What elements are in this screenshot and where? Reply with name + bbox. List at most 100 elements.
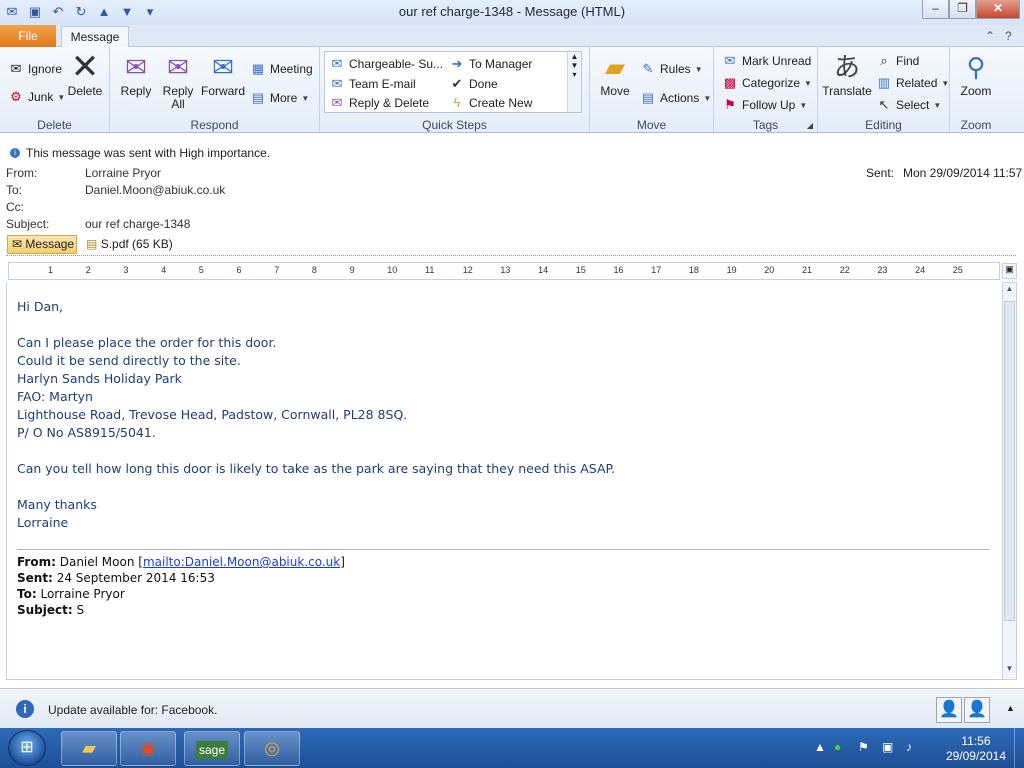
actions-button[interactable]: ▤ Actions ▼	[640, 90, 711, 106]
chrome-taskbar-button[interactable]: ◉	[120, 731, 176, 766]
flag-icon[interactable]: ⚑	[858, 740, 869, 754]
body-line: Hi Dan,	[17, 299, 64, 314]
follow-up-button[interactable]: ⚑ Follow Up ▼	[722, 97, 807, 113]
start-button[interactable]: ⊞	[8, 730, 46, 766]
junk-button[interactable]: ⚙ Junk ▼	[8, 89, 65, 105]
select-button[interactable]: ↖ Select ▼	[876, 97, 942, 113]
tab-message[interactable]: Message	[61, 26, 129, 48]
sage-taskbar-button[interactable]: sage	[184, 731, 240, 766]
network-icon[interactable]: ▣	[882, 740, 893, 754]
body-line: Lorraine	[17, 515, 69, 530]
window-controls: – ❐ ✕	[922, 0, 1020, 19]
status-dot-icon[interactable]: ●	[834, 740, 841, 754]
ruler-toggle-icon[interactable]: ▣	[1002, 263, 1017, 279]
mailto-link[interactable]: mailto:Daniel.Moon@abiuk.co.uk	[143, 555, 340, 569]
update-notice[interactable]: Update available for: Facebook.	[48, 703, 217, 717]
team-email-icon: ✉	[331, 76, 343, 91]
scroll-down-arrow-icon[interactable]: ▼	[1003, 664, 1016, 678]
chevron-down-icon: ▼	[804, 78, 812, 88]
chevron-down-icon: ▼	[694, 64, 703, 74]
respond-group: ✉ Reply ✉ Reply All ✉ Forward ▦ Meeting …	[110, 47, 320, 133]
clock[interactable]: 11:56 29/09/2014	[946, 734, 1006, 764]
delete-x-icon: ✕	[70, 48, 100, 86]
binoculars-icon: ⌕	[880, 53, 888, 68]
maximize-button[interactable]: ❐	[949, 0, 976, 19]
lightning-icon: ϟ	[453, 95, 461, 110]
expand-pane-icon[interactable]: ▲	[1006, 703, 1015, 713]
related-icon: ▥	[877, 75, 891, 90]
minimize-button[interactable]: –	[922, 0, 949, 19]
editing-group: あ Translate ⌕ Find ▥ Related ▼ ↖ Select …	[818, 47, 950, 133]
from-value[interactable]: Lorraine Pryor	[85, 166, 161, 180]
body-line: FAO: Martyn	[17, 389, 93, 404]
attachment-row: ✉ Message ▤ S.pdf (65 KB)	[0, 233, 1024, 255]
reply-all-icon: ✉	[167, 52, 189, 82]
reply-button[interactable]: ✉ Reply	[116, 51, 156, 98]
forward-button[interactable]: ✉ Forward	[200, 51, 246, 98]
help-icon[interactable]: ?	[1005, 29, 1012, 43]
reply-all-button[interactable]: ✉ Reply All	[158, 51, 198, 111]
quick-step-chargeable[interactable]: ✉ Chargeable- Su...	[329, 56, 444, 72]
outlook-taskbar-button[interactable]: ◎	[244, 731, 300, 766]
translate-button[interactable]: あ Translate	[822, 51, 872, 98]
chevron-down-icon: ▼	[57, 92, 66, 102]
more-button[interactable]: ▤ More ▼	[250, 90, 309, 106]
dialog-launcher-icon[interactable]: ◢	[807, 121, 813, 130]
volume-icon[interactable]: ♪	[906, 740, 912, 754]
quick-step-team-email[interactable]: ✉ Team E-mail	[329, 76, 416, 92]
move-button[interactable]: ▰ Move	[596, 51, 634, 98]
sent-value: Mon 29/09/2014 11:57	[903, 166, 1023, 180]
scroll-up-arrow-icon[interactable]: ▲	[1003, 284, 1016, 298]
chevron-down-icon: ▼	[941, 78, 950, 88]
zoom-group-label: Zoom	[960, 118, 992, 132]
categorize-icon: ▩	[723, 75, 737, 90]
avatar[interactable]: 👤	[964, 697, 990, 723]
quick-step-reply-delete[interactable]: ✉ Reply & Delete	[329, 95, 430, 111]
quick-steps-group: ✉ Chargeable- Su... ➜ To Manager ✉ Team …	[320, 47, 590, 133]
move-folder-icon: ▰	[605, 52, 625, 82]
quick-step-create-new[interactable]: ϟ Create New	[449, 95, 533, 111]
ribbon: ✉ Ignore ⚙ Junk ▼ ✕ Delete Delete ✉ Repl…	[0, 47, 1024, 133]
ignore-button[interactable]: ✉ Ignore	[8, 61, 62, 77]
collapse-ribbon-icon[interactable]: ⌃	[985, 29, 995, 43]
message-tab-button[interactable]: ✉ Message	[7, 235, 77, 254]
scroll-thumb[interactable]	[1004, 301, 1015, 621]
explorer-taskbar-button[interactable]: ▰	[61, 731, 117, 766]
quick-steps-scrollbar[interactable]: ▲ ▼ ▾	[567, 52, 581, 112]
ruler-number: 14	[538, 265, 549, 275]
ruler-number: 13	[500, 265, 511, 275]
to-value[interactable]: Daniel.Moon@abiuk.co.uk	[85, 183, 225, 197]
ruler-number: 5	[198, 265, 204, 275]
zoom-button[interactable]: ⚲ Zoom	[956, 51, 996, 98]
find-button[interactable]: ⌕ Find	[876, 53, 919, 69]
actions-icon: ▤	[641, 90, 655, 105]
people-pane: i Update available for: Facebook. 👤 👤 ▲	[0, 688, 1024, 728]
quoted-subject: Subject: S	[17, 603, 85, 617]
respond-group-label: Respond	[190, 118, 239, 132]
quick-step-to-manager[interactable]: ➜ To Manager	[449, 56, 533, 72]
close-button[interactable]: ✕	[976, 0, 1020, 19]
rules-button[interactable]: ✎ Rules ▼	[640, 61, 703, 77]
tray-expand-icon[interactable]: ▲	[814, 740, 826, 754]
tab-file[interactable]: File	[0, 25, 56, 47]
cc-label: Cc:	[6, 200, 24, 214]
avatar[interactable]: 👤	[936, 697, 962, 723]
attachment-pdf[interactable]: ▤ S.pdf (65 KB)	[86, 237, 173, 251]
delete-button[interactable]: ✕ Delete	[66, 48, 104, 98]
mark-unread-button[interactable]: ✉ Mark Unread	[722, 53, 812, 69]
related-button[interactable]: ▥ Related ▼	[876, 75, 949, 91]
chevron-down-icon: ▼	[703, 93, 712, 103]
arrow-right-icon: ➜	[451, 56, 463, 71]
rules-icon: ✎	[642, 61, 654, 76]
quoted-to: To: Lorraine Pryor	[17, 587, 125, 601]
body-scrollbar[interactable]: ▲ ▼	[1002, 282, 1017, 680]
body-line: Could it be send directly to the site.	[17, 353, 241, 368]
categorize-button[interactable]: ▩ Categorize ▼	[722, 75, 812, 91]
ruler-number: 22	[839, 265, 850, 275]
show-desktop-button[interactable]	[1014, 728, 1024, 768]
outlook-icon: ◎	[264, 738, 280, 758]
importance-banner: This message was sent with High importan…	[26, 146, 271, 160]
reply-delete-icon: ✉	[331, 95, 343, 110]
meeting-button[interactable]: ▦ Meeting	[250, 61, 313, 77]
quick-step-done[interactable]: ✔ Done	[449, 76, 498, 92]
